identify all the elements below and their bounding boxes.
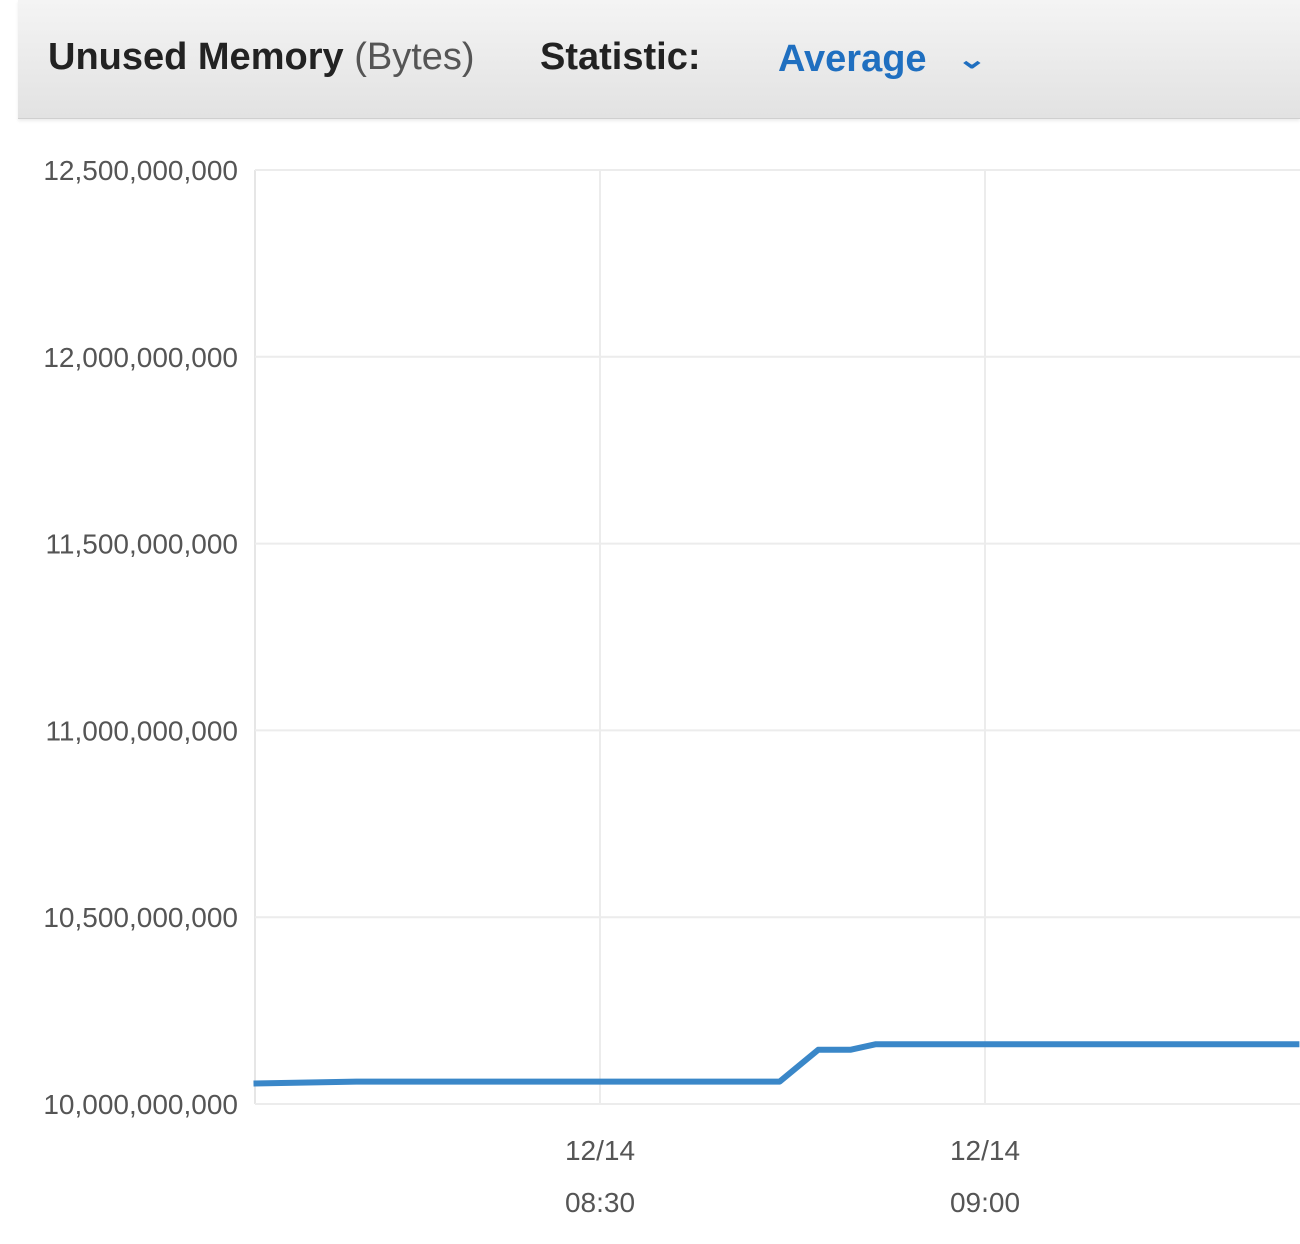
y-tick-label: 12,000,000,000 bbox=[43, 342, 238, 373]
line-chart: 12,500,000,000 12,000,000,000 11,500,000,0… bbox=[43, 155, 1300, 1218]
x-tick-time: 08:30 bbox=[565, 1187, 635, 1218]
x-tick-date: 12/14 bbox=[565, 1135, 635, 1166]
series-line-average bbox=[253, 1041, 1300, 1087]
x-tick-date: 12/14 bbox=[950, 1135, 1020, 1166]
y-tick-label: 10,000,000,000 bbox=[43, 1089, 238, 1120]
y-tick-label: 11,000,000,000 bbox=[45, 715, 238, 746]
y-tick-label: 12,500,000,000 bbox=[43, 155, 238, 186]
y-tick-label: 10,500,000,000 bbox=[43, 902, 238, 933]
y-tick-label: 11,500,000,000 bbox=[45, 529, 238, 560]
x-tick-time: 09:00 bbox=[950, 1187, 1020, 1218]
